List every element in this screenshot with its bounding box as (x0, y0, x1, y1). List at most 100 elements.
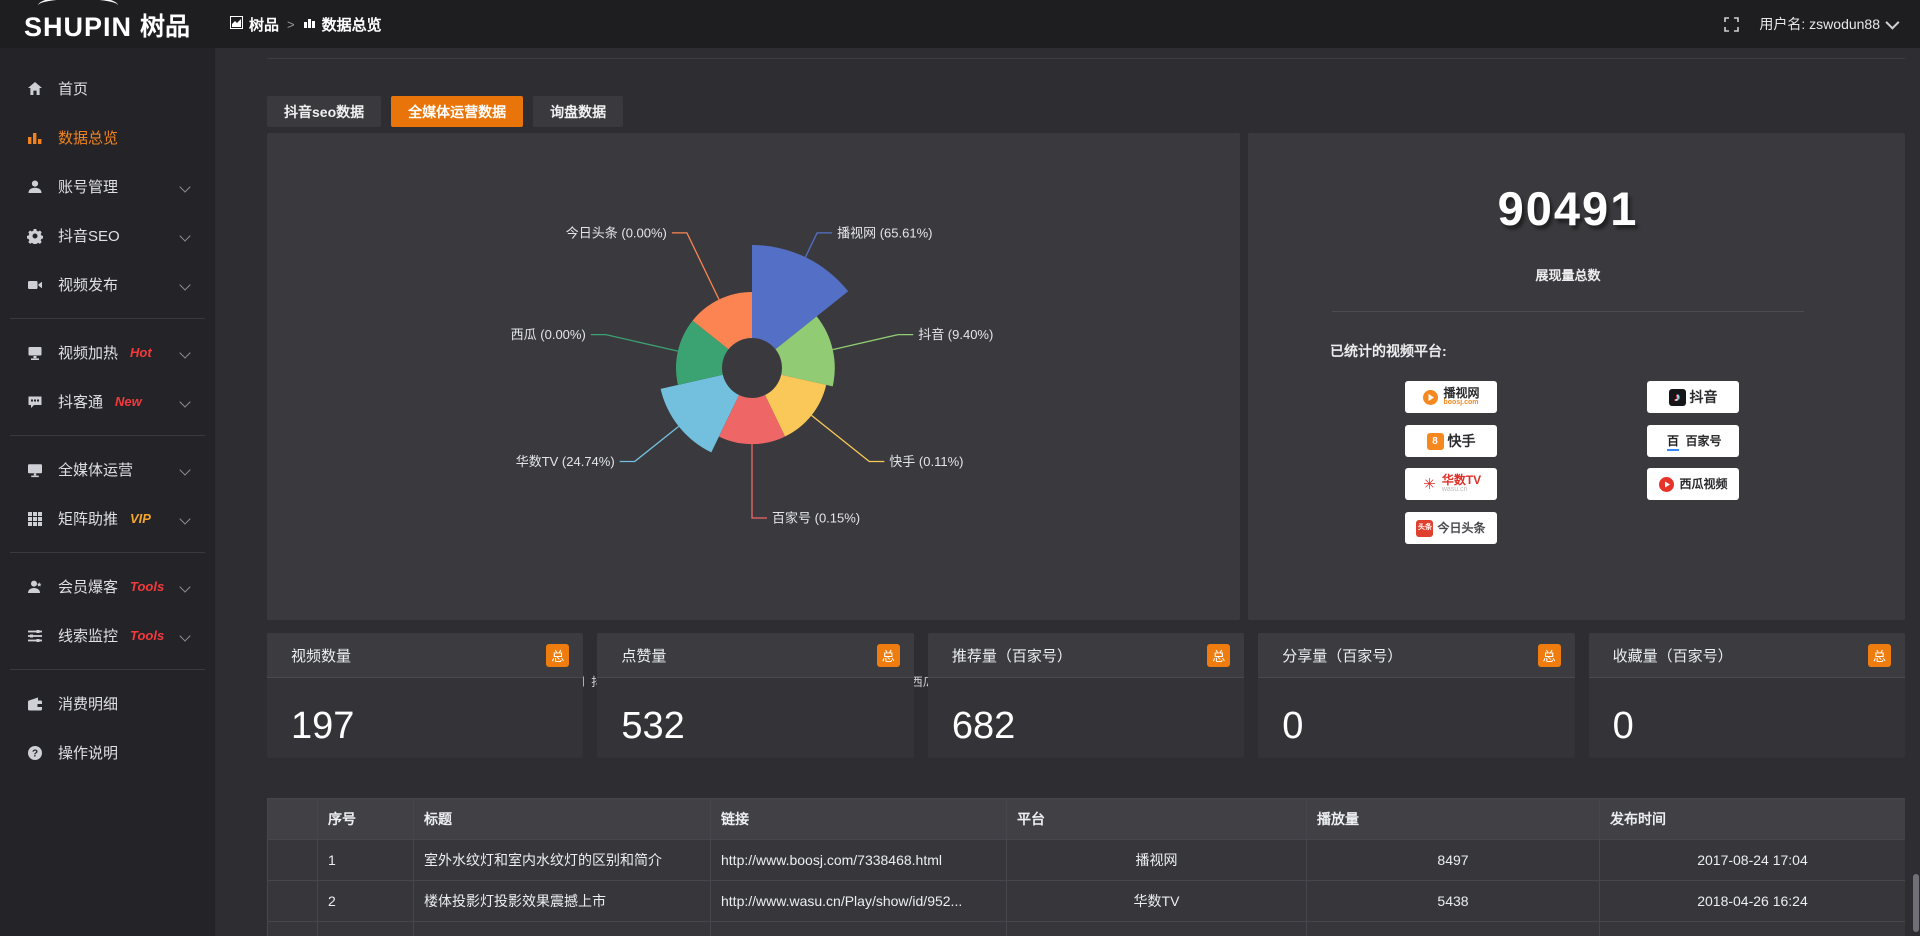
chevron-down-icon (179, 396, 190, 407)
sidebar-divider (10, 435, 205, 436)
pie-label-line (620, 426, 679, 461)
table-row-2: 2楼体投影灯投影效果震撼上市http://www.wasu.cn/Play/sh… (268, 881, 1906, 922)
stat-card-value: 682 (952, 705, 1015, 748)
bar-chart-icon (26, 129, 43, 146)
sidebar-item-douyin-seo[interactable]: 抖音SEO (0, 211, 215, 260)
pie-label-line (672, 233, 719, 300)
stat-card-3: 分享量（百家号）总 0 (1258, 633, 1574, 758)
total-badge[interactable]: 总 (1538, 644, 1561, 667)
platform-logo-toutiao: 头条今日头条 (1405, 512, 1497, 544)
breadcrumb-label: 数据总览 (322, 14, 382, 35)
grid-icon (26, 510, 43, 527)
sidebar-badge-tools: Tools (130, 579, 164, 594)
sidebar-item-operation-guide[interactable]: ? 操作说明 (0, 728, 215, 777)
total-badge[interactable]: 总 (1868, 644, 1891, 667)
cell-time: 2017-08-24 17:04 (1600, 840, 1906, 881)
cell-platform: 华数TV (1007, 881, 1307, 922)
tab-2[interactable]: 询盘数据 (533, 96, 623, 127)
tab-1-active[interactable]: 全媒体运营数据 (391, 96, 523, 127)
stat-cards-row: 视频数量总197点赞量总532推荐量（百家号）总682分享量（百家号）总0收藏量… (267, 633, 1905, 758)
sidebar-item-label: 操作说明 (58, 742, 118, 763)
sidebar-item-expense-detail[interactable]: 消费明细 (0, 679, 215, 728)
home-icon (26, 80, 43, 97)
chat-icon (26, 393, 43, 410)
page-scrollbar-thumb[interactable] (1913, 874, 1919, 932)
sidebar-item-data-overview[interactable]: 数据总览 (0, 113, 215, 162)
stat-card-value: 532 (621, 705, 684, 748)
stat-card-value: 0 (1282, 705, 1303, 748)
monitor-icon (26, 461, 43, 478)
sidebar-item-video-publish[interactable]: 视频发布 (0, 260, 215, 309)
chevron-down-icon (179, 513, 190, 524)
kuaishou-logo-icon: 8 (1427, 433, 1444, 450)
bar-chart-icon (303, 16, 316, 33)
breadcrumb: 树品 > 数据总览 (230, 0, 382, 48)
column-header-5: 发布时间 (1600, 799, 1906, 840)
sidebar-badge-new: New (115, 394, 142, 409)
sidebar-item-member-burst[interactable]: 会员爆客Tools (0, 562, 215, 611)
sidebar-item-lead-monitor[interactable]: 线索监控Tools (0, 611, 215, 660)
stat-card-header: 分享量（百家号）总 (1258, 633, 1574, 678)
cell-title[interactable]: 楼体投影灯投影效果震撼上市 (414, 881, 711, 922)
breadcrumb-item-root[interactable]: 树品 (230, 14, 279, 35)
stat-card-1: 点赞量 总 532 (597, 633, 913, 758)
divider (1332, 311, 1804, 312)
column-header-0: 序号 (318, 799, 414, 840)
total-badge[interactable]: 总 (877, 644, 900, 667)
column-header-2: 链接 (711, 799, 1007, 840)
chevron-down-icon (1885, 16, 1899, 30)
cell-link[interactable]: http://www.wasu.cn/Play/show/id/952... (711, 881, 1007, 922)
total-badge[interactable]: 总 (546, 644, 569, 667)
pie-label: 快手 (0.11%) (889, 454, 963, 469)
pie-label: 西瓜 (0.00%) (511, 327, 586, 342)
platform-logo-douyin: ♪抖音 (1647, 381, 1739, 413)
user-menu[interactable]: 用户名: zswodun88 (1759, 14, 1896, 34)
pie-label: 今日头条 (0.00%) (566, 225, 667, 240)
douyin-logo-icon: ♪ (1669, 389, 1686, 406)
cell-title[interactable]: 室外水纹灯和室内水纹灯的区别和简介 (414, 840, 711, 881)
stat-card-label: 点赞量 (621, 645, 666, 666)
cell-views: 5438 (1307, 881, 1600, 922)
stat-card-0: 视频数量 总 197 (267, 633, 583, 758)
sidebar-item-matrix-boost[interactable]: 矩阵助推VIP (0, 494, 215, 543)
sidebar-badge-hot: Hot (130, 345, 152, 360)
video-icon (26, 276, 43, 293)
chevron-down-icon (179, 181, 190, 192)
sidebar-item-douketong[interactable]: 抖客通New (0, 377, 215, 426)
cell-platform: 播视网 (1007, 840, 1307, 881)
svg-text:?: ? (31, 748, 37, 759)
cell-link[interactable]: http://www.boosj.com/7338468.html (711, 840, 1007, 881)
sidebar-item-media-operation[interactable]: 全媒体运营 (0, 445, 215, 494)
sidebar-item-account-manage[interactable]: 账号管理 (0, 162, 215, 211)
total-impressions-label: 展现量总数 (1308, 265, 1828, 284)
breadcrumb-item-current[interactable]: 数据总览 (303, 14, 382, 35)
sidebar-item-label: 抖音SEO (58, 225, 120, 246)
cell-index: 2 (318, 881, 414, 922)
sidebar-item-label: 账号管理 (58, 176, 118, 197)
gear-icon (26, 227, 43, 244)
videos-table-wrap: 序号标题链接平台播放量发布时间 1室外水纹灯和室内水纹灯的区别和简介http:/… (267, 798, 1905, 936)
baijiahao-logo-icon: 百 (1664, 433, 1681, 450)
platform-share-rose-chart[interactable]: 播视网 (65.61%)抖音 (9.40%)快手 (0.11%)百家号 (0.1… (267, 133, 1240, 620)
stat-card-2: 推荐量（百家号）总682 (928, 633, 1244, 758)
sidebar-item-home[interactable]: 首页 (0, 64, 215, 113)
pie-slice-华数TV[interactable] (661, 375, 739, 453)
stat-card-value: 197 (291, 705, 354, 748)
heat-icon (26, 344, 43, 361)
tab-0[interactable]: 抖音seo数据 (267, 96, 381, 127)
cell-views: 8497 (1307, 840, 1600, 881)
sidebar-item-label: 数据总览 (58, 127, 118, 148)
stat-card-label: 视频数量 (291, 645, 351, 666)
sidebar-item-video-heat[interactable]: 视频加热Hot (0, 328, 215, 377)
platforms-counted-label: 已统计的视频平台: (1330, 341, 1447, 361)
platform-logo-wasu: ✳华数TVwasu.cn (1405, 468, 1497, 500)
data-tabs: 抖音seo数据全媒体运营数据询盘数据 (267, 96, 623, 127)
logo-text-en: SHUPIN (24, 5, 132, 45)
total-badge[interactable]: 总 (1207, 644, 1230, 667)
pie-label-line (833, 335, 914, 350)
fullscreen-icon[interactable] (1724, 17, 1739, 32)
cell-time: 2018-04-26 16:24 (1600, 881, 1906, 922)
pie-label: 百家号 (0.15%) (772, 511, 860, 526)
sidebar-badge-tools: Tools (130, 628, 164, 643)
stat-card-value: 0 (1613, 705, 1634, 748)
